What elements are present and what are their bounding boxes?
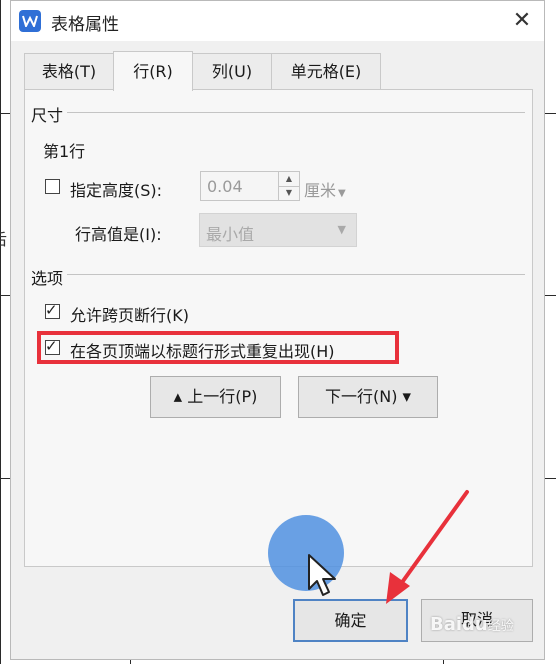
- watermark-brand: Bai: [430, 614, 463, 635]
- baidu-watermark: Baidu经验: [430, 614, 514, 635]
- tab-row[interactable]: 行(R): [113, 51, 193, 91]
- watermark-suffix: 经验: [487, 619, 514, 634]
- annotation-arrow-icon: [386, 490, 469, 604]
- watermark-paw: du: [462, 614, 488, 635]
